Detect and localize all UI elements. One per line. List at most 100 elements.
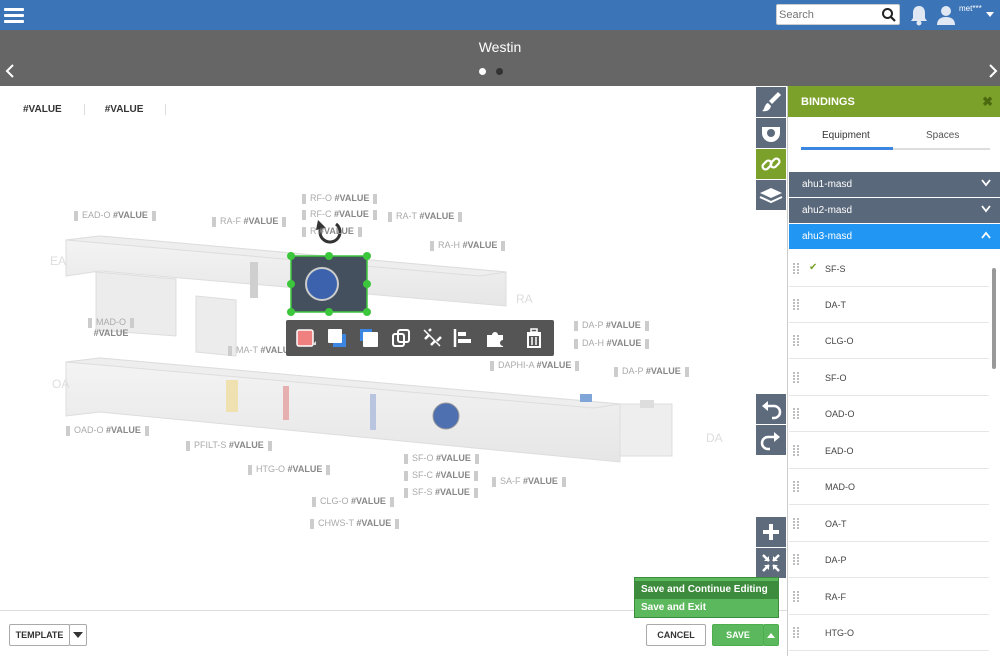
chevron-up-icon <box>981 231 991 239</box>
save-dropdown-button[interactable] <box>763 624 779 646</box>
tab-spaces[interactable]: Spaces <box>926 130 959 141</box>
return-fan-impeller <box>305 267 339 301</box>
align-icon[interactable] <box>452 327 474 349</box>
puzzle-icon[interactable] <box>484 327 506 349</box>
drag-handle-icon[interactable] <box>793 445 799 457</box>
undo-button[interactable] <box>756 394 786 424</box>
redo-icon <box>760 432 780 451</box>
point-label[interactable]: DAPHI-A #VALUE <box>486 360 583 371</box>
drag-handle-icon[interactable] <box>793 554 799 566</box>
layers-icon <box>759 188 783 204</box>
style-tool-button[interactable] <box>756 87 786 117</box>
point-label[interactable]: CHWS-T #VALUE <box>306 518 403 529</box>
drag-handle-icon[interactable] <box>793 335 799 347</box>
undo-icon <box>762 401 782 420</box>
point-label[interactable]: RA-F #VALUE <box>208 216 290 227</box>
point-label[interactable]: SF-C #VALUE <box>400 470 482 481</box>
next-arrow-icon[interactable] <box>987 64 999 78</box>
drag-handle-icon[interactable] <box>793 299 799 311</box>
point-label[interactable]: DA-P #VALUE <box>570 320 653 331</box>
unlink-icon[interactable] <box>421 327 443 349</box>
drag-handle-icon[interactable] <box>793 627 799 639</box>
cooling-coil-component <box>370 394 376 430</box>
point-label[interactable]: R #VALUE <box>298 226 366 237</box>
fill-color-icon[interactable] <box>295 327 317 349</box>
bell-icon[interactable] <box>909 4 929 26</box>
search-input[interactable] <box>779 7 877 22</box>
point-label[interactable]: MA-T #VALUE <box>224 345 295 356</box>
shape-tool-button[interactable] <box>756 118 786 148</box>
zone-label-oa: OA <box>52 377 70 391</box>
point-list-item[interactable]: SF-O <box>789 360 989 396</box>
point-label[interactable]: RA-T #VALUE <box>384 211 466 222</box>
trash-icon[interactable] <box>523 327 545 349</box>
point-list-item[interactable]: CLG-O <box>789 323 989 359</box>
layers-tool-button[interactable] <box>756 180 786 210</box>
point-label[interactable]: HTG-O #VALUE <box>244 464 334 475</box>
point-label[interactable]: RF-C #VALUE <box>298 209 381 220</box>
copy-icon[interactable] <box>390 327 412 349</box>
save-continue-menu-item[interactable]: Save and Continue Editing <box>635 581 778 599</box>
caret-up-icon <box>767 632 775 638</box>
supply-fan-component <box>432 402 460 430</box>
cancel-button[interactable]: CANCEL <box>646 624 706 646</box>
point-list-item[interactable]: HTG-O <box>789 615 989 651</box>
equipment-group[interactable]: ahu2-masd <box>789 198 1000 223</box>
point-list-item[interactable]: OAD-O <box>789 396 989 432</box>
tab-equipment[interactable]: Equipment <box>822 130 870 141</box>
panel-header: BINDINGS ✖ <box>788 86 1000 117</box>
equipment-group[interactable]: ahu1-masd <box>789 172 1000 197</box>
point-label[interactable]: MAD-O #VALUE <box>84 317 138 338</box>
save-button[interactable]: SAVE <box>712 624 764 646</box>
check-icon: ✔ <box>809 262 818 273</box>
template-dropdown-button[interactable] <box>69 624 87 646</box>
drag-handle-icon[interactable] <box>793 591 799 603</box>
drag-handle-icon[interactable] <box>793 518 799 530</box>
point-label[interactable]: CLG-O #VALUE <box>308 496 398 507</box>
redo-button[interactable] <box>756 425 786 455</box>
bindings-tool-button[interactable] <box>756 149 786 179</box>
fit-button[interactable] <box>756 548 786 578</box>
heating-coil-component <box>283 386 289 420</box>
save-exit-menu-item[interactable]: Save and Exit <box>635 599 778 617</box>
point-label[interactable]: DA-H #VALUE <box>570 338 653 349</box>
template-button[interactable]: TEMPLATE <box>9 624 70 646</box>
point-list-item[interactable]: RA-F <box>789 579 989 615</box>
caret-down-icon <box>73 632 83 638</box>
point-list-item[interactable]: OA-T <box>789 506 989 542</box>
point-label[interactable]: DA-P #VALUE <box>610 366 693 377</box>
point-label[interactable]: OAD-O #VALUE <box>62 425 153 436</box>
drag-handle-icon[interactable] <box>793 481 799 493</box>
point-label[interactable]: RA-H #VALUE <box>426 240 509 251</box>
point-label[interactable]: PFILT-S #VALUE <box>182 440 276 451</box>
user-dropdown-caret-icon[interactable] <box>986 12 994 17</box>
equipment-group-active[interactable]: ahu3-masd <box>789 224 1000 249</box>
user-name[interactable]: met*** <box>959 4 982 13</box>
bring-forward-icon[interactable] <box>326 327 348 349</box>
save-options-menu: Save and Continue Editing Save and Exit <box>634 577 779 618</box>
zone-label-ea: EA <box>50 254 67 268</box>
chevron-down-icon <box>981 179 991 187</box>
point-list-item[interactable]: DA-T <box>789 287 989 323</box>
zone-label-ra: RA <box>516 292 533 306</box>
point-list-item[interactable]: MAD-O <box>789 469 989 505</box>
search-icon[interactable] <box>881 7 897 23</box>
point-list-item[interactable]: ✔ SF-S <box>789 251 989 287</box>
drag-handle-icon[interactable] <box>793 408 799 420</box>
active-tab-indicator <box>801 147 893 150</box>
point-label[interactable]: SF-S #VALUE <box>400 487 482 498</box>
close-icon[interactable]: ✖ <box>982 94 993 110</box>
point-label[interactable]: EAD-O #VALUE <box>70 210 160 221</box>
drag-handle-icon[interactable] <box>793 263 799 275</box>
send-back-icon[interactable] <box>358 327 380 349</box>
point-label[interactable]: SA-F #VALUE <box>488 476 570 487</box>
drag-handle-icon[interactable] <box>793 372 799 384</box>
point-list-item[interactable]: DA-P <box>789 542 989 578</box>
object-toolbar <box>286 320 554 356</box>
point-list-item[interactable]: EAD-O <box>789 433 989 469</box>
zoom-in-button[interactable] <box>756 517 786 547</box>
point-label[interactable]: RF-O #VALUE <box>298 193 381 204</box>
panel-scrollbar[interactable] <box>992 268 996 369</box>
user-icon[interactable] <box>937 5 955 25</box>
point-label[interactable]: SF-O #VALUE <box>400 453 483 464</box>
